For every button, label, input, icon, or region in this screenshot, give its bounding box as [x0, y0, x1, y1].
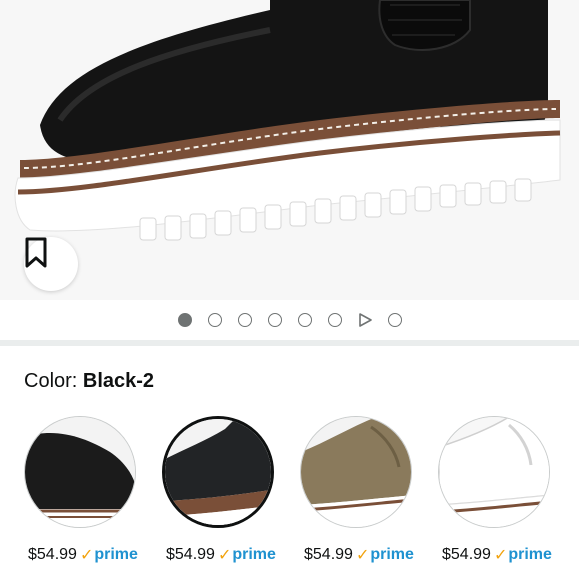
prime-label: prime — [370, 546, 414, 563]
prime-badge: ✓ prime — [356, 545, 414, 565]
swatch-price: $54.99 — [442, 546, 491, 563]
prime-badge: ✓ prime — [218, 545, 276, 565]
swatch-price: $54.99 — [28, 546, 77, 563]
color-label: Color: — [24, 370, 83, 392]
carousel-dot-3[interactable] — [237, 313, 252, 327]
image-carousel-indicator — [0, 300, 579, 340]
swatch-price-line: $54.99 ✓ prime — [28, 545, 138, 565]
prime-label: prime — [232, 546, 276, 563]
swatch-image — [162, 416, 274, 528]
swatch-price-line: $54.99 ✓ prime — [442, 545, 552, 565]
carousel-dot-2[interactable] — [207, 313, 222, 327]
carousel-dot-6[interactable] — [327, 313, 342, 327]
prime-label: prime — [94, 546, 138, 563]
carousel-dot-1[interactable] — [177, 313, 192, 327]
product-image[interactable] — [0, 0, 579, 300]
swatch-image — [438, 416, 550, 528]
checkmark-icon: ✓ — [217, 547, 232, 564]
bookmark-icon — [25, 237, 47, 268]
selected-color-value: Black-2 — [82, 370, 155, 392]
checkmark-icon: ✓ — [493, 547, 508, 564]
carousel-dot-4[interactable] — [267, 313, 282, 327]
prime-badge: ✓ prime — [494, 545, 552, 565]
boot-illustration — [14, 0, 561, 241]
checkmark-icon: ✓ — [79, 547, 94, 564]
swatch-price: $54.99 — [166, 546, 215, 563]
swatch-price-line: $54.99 ✓ prime — [304, 545, 414, 565]
swatch-price-line: $54.99 ✓ prime — [166, 545, 276, 565]
play-icon[interactable] — [358, 313, 372, 327]
color-selector-label: Color: Black-2 — [24, 369, 154, 393]
carousel-dot-8[interactable] — [387, 313, 402, 327]
swatch-image — [24, 416, 136, 528]
prime-badge: ✓ prime — [80, 545, 138, 565]
color-swatch-4[interactable]: $54.99 ✓ prime — [438, 416, 552, 566]
section-divider — [0, 340, 579, 346]
swatch-image — [300, 416, 412, 528]
prime-label: prime — [508, 546, 552, 563]
color-swatch-list: $54.99 ✓ prime $54.99 ✓ prime $54.99 ✓ p… — [24, 416, 579, 566]
swatch-price: $54.99 — [304, 546, 353, 563]
save-bookmark-button[interactable] — [24, 237, 78, 291]
color-swatch-1[interactable]: $54.99 ✓ prime — [24, 416, 138, 566]
color-swatch-2[interactable]: $54.99 ✓ prime — [162, 416, 276, 566]
carousel-dot-5[interactable] — [297, 313, 312, 327]
color-swatch-3[interactable]: $54.99 ✓ prime — [300, 416, 414, 566]
checkmark-icon: ✓ — [355, 547, 370, 564]
